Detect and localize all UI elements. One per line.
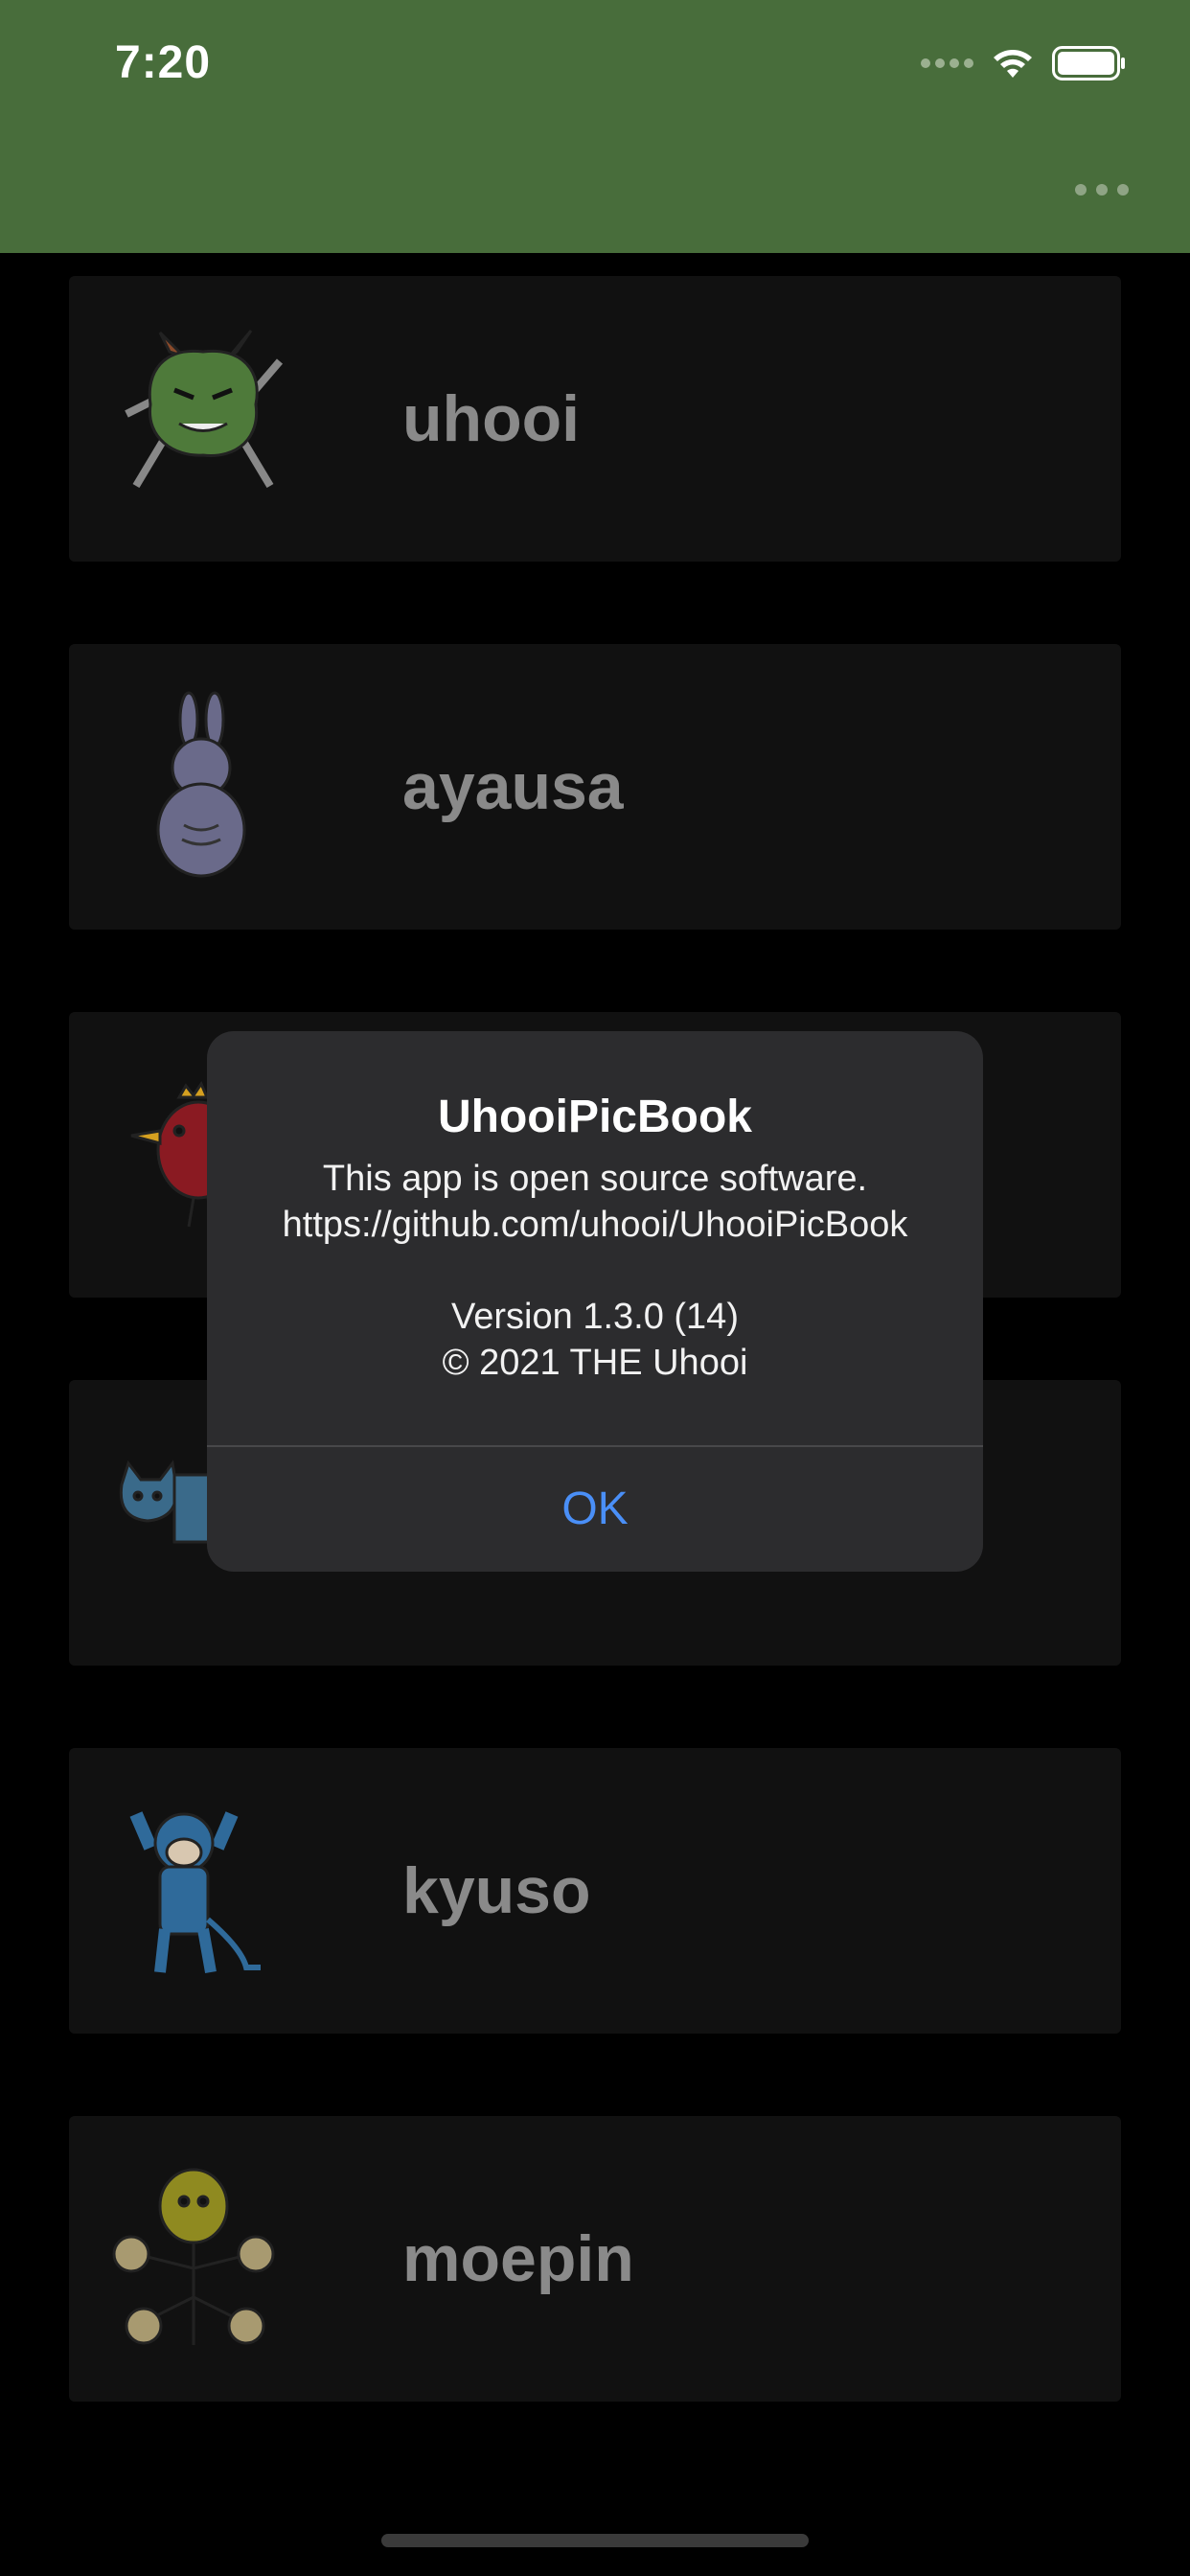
ok-button[interactable]: OK [207,1447,983,1572]
blue-mouse-icon [107,1795,299,1987]
list-item-kyuso[interactable]: kyuso [69,1748,1121,2034]
yellow-creature-icon [107,2163,299,2355]
wifi-icon [991,47,1035,80]
more-options-button[interactable] [1071,180,1133,199]
uhooi-monster-icon [107,323,299,515]
list-item-uhooi[interactable]: uhooi [69,276,1121,562]
list-item-name: moepin [402,2222,634,2295]
status-indicators [921,44,1127,82]
alert-title: UhooiPicBook [437,1092,752,1142]
list-item-moepin[interactable]: moepin [69,2116,1121,2402]
navigation-bar: 7:20 [0,0,1190,253]
ellipsis-icon [1075,184,1087,196]
cellular-signal-icon [921,58,973,68]
about-alert: UhooiPicBook This app is open source sof… [207,1031,983,1572]
status-time: 7:20 [115,37,212,88]
list-item-name: uhooi [402,382,581,455]
battery-icon [1052,46,1127,80]
list-item-ayausa[interactable]: ayausa [69,644,1121,930]
rabbit-icon [107,691,299,883]
alert-message: This app is open source software. https:… [282,1159,908,1383]
list-item-name: ayausa [402,750,624,823]
home-indicator[interactable] [381,2534,809,2547]
list-item-name: kyuso [402,1854,591,1927]
